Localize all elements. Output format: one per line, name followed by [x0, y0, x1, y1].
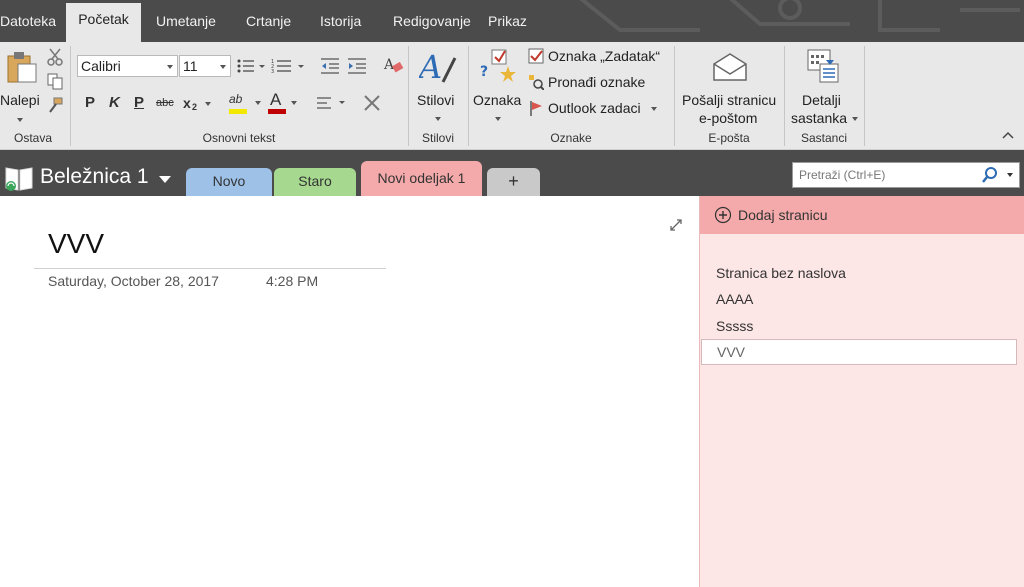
underline-button[interactable]: P	[134, 94, 144, 111]
tag-button[interactable]: ? Oznaka	[472, 46, 524, 126]
search-placeholder: Pretraži (Ctrl+E)	[799, 168, 886, 182]
decrease-indent-icon[interactable]	[319, 57, 341, 75]
delete-icon[interactable]	[362, 93, 382, 113]
title-divider	[34, 268, 386, 269]
find-tags-label: Pronađi oznake	[548, 74, 646, 90]
page-date: Saturday, October 28, 2017	[48, 273, 219, 289]
envelope-icon	[713, 53, 747, 81]
font-name-value: Calibri	[81, 58, 121, 74]
page-canvas[interactable]: VVV Saturday, October 28, 2017 4:28 PM	[0, 196, 699, 587]
meeting-label-line2: sastanka	[791, 110, 848, 126]
collapse-ribbon-icon[interactable]	[1002, 130, 1014, 140]
subscript-mark: 2	[192, 102, 198, 112]
numbering-icon[interactable]: 123	[271, 57, 307, 75]
group-label-styles: Stilovi	[421, 131, 454, 145]
notebook-bar: Beležnica 1 Novo Staro Novi odeljak 1 + …	[0, 150, 1024, 196]
notebook-icon	[5, 167, 33, 191]
svg-text:?: ?	[480, 64, 488, 80]
svg-text:A: A	[419, 48, 442, 86]
tab-crtanje[interactable]: Crtanje	[236, 5, 301, 42]
meeting-label-line1: Detalji	[802, 92, 841, 108]
add-icon	[714, 206, 732, 224]
search-icon[interactable]	[981, 166, 999, 184]
styles-button[interactable]: A Stilovi	[412, 46, 464, 126]
page-title[interactable]: VVV	[48, 228, 104, 260]
page-list-item[interactable]: AAAA	[716, 291, 753, 307]
outlook-tasks-button[interactable]: Outlook zadaci	[526, 99, 671, 119]
meeting-details-button[interactable]: Detalji sastanka	[788, 46, 862, 126]
font-size-select[interactable]: 11	[179, 55, 231, 77]
checkbox-icon	[528, 48, 544, 64]
group-label-tags: Oznake	[550, 131, 592, 145]
expand-icon[interactable]	[669, 218, 683, 232]
tab-prikaz[interactable]: Prikaz	[478, 5, 537, 42]
todo-tag-label: Oznaka „Zadatak“	[548, 48, 661, 64]
menu-bar: Datoteka Početak Umetanje Crtanje Istori…	[0, 0, 1024, 42]
section-tab-staro[interactable]: Staro	[274, 168, 356, 196]
strikethrough-button[interactable]: abc	[156, 97, 174, 109]
decorative-circuit	[579, 0, 1020, 32]
section-tab-novi-odeljak-1[interactable]: Novi odeljak 1	[361, 161, 482, 196]
chevron-down-icon	[159, 176, 171, 183]
font-color-glyph: A	[270, 90, 282, 109]
find-tags-icon	[529, 75, 544, 90]
align-icon[interactable]	[315, 95, 349, 111]
tag-icon: ?	[480, 49, 516, 82]
paste-label: Nalepi	[0, 92, 40, 108]
add-page-button[interactable]: Dodaj stranicu	[700, 196, 1024, 234]
bullets-icon[interactable]	[236, 57, 266, 75]
svg-text:3: 3	[271, 69, 274, 75]
subscript-letter: x	[183, 95, 191, 111]
search-scope-dropdown[interactable]	[1007, 173, 1013, 177]
styles-icon: A	[419, 48, 457, 86]
search-input[interactable]: Pretraži (Ctrl+E)	[792, 162, 1020, 188]
styles-label: Stilovi	[417, 92, 455, 108]
email-label-line1: Pošalji stranicu	[682, 92, 777, 108]
tab-istorija[interactable]: Istorija	[310, 5, 371, 42]
page-list: Dodaj stranicu Stranica bez naslova AAAA…	[699, 196, 1024, 587]
email-label-line2: e-poštom	[699, 110, 758, 126]
add-section-button[interactable]: +	[487, 168, 540, 196]
page-list-item[interactable]: Stranica bez naslova	[716, 265, 846, 281]
page-list-item[interactable]: Sssss	[716, 318, 753, 334]
page-list-item-selected[interactable]: VVV	[701, 339, 1017, 365]
font-size-value: 11	[183, 58, 198, 74]
format-painter-icon[interactable]	[46, 96, 64, 114]
group-label-clipboard: Ostava	[13, 131, 52, 145]
clipboard-icon	[7, 52, 37, 83]
subscript-button[interactable]: x 2	[183, 95, 213, 115]
copy-icon[interactable]	[46, 72, 64, 90]
highlight-button[interactable]: ab	[227, 92, 263, 116]
add-page-label: Dodaj stranicu	[738, 207, 828, 223]
tab-pocetak[interactable]: Početak	[66, 3, 141, 42]
todo-tag-button[interactable]: Oznaka „Zadatak“	[526, 47, 671, 67]
cut-icon[interactable]	[46, 48, 64, 66]
font-name-select[interactable]: Calibri	[77, 55, 178, 77]
paste-button[interactable]: Nalepi	[0, 46, 42, 126]
ribbon: Nalepi Ostava Calibri 11 123 A P K P abc	[0, 42, 1024, 150]
tab-redigovanje[interactable]: Redigovanje	[383, 5, 481, 42]
find-tags-button[interactable]: Pronađi oznake	[526, 73, 671, 93]
highlight-glyph: ab	[229, 92, 243, 106]
group-label-meetings: Sastanci	[800, 131, 848, 145]
calendar-icon	[807, 49, 839, 83]
tag-label: Oznaka	[473, 92, 522, 108]
page-time: 4:28 PM	[266, 273, 319, 289]
font-color-button[interactable]: A	[268, 90, 298, 116]
group-label-email: E-pošta	[708, 131, 750, 145]
section-tab-novo[interactable]: Novo	[186, 168, 272, 196]
notebook-name: Beležnica 1	[40, 165, 149, 188]
tab-umetanje[interactable]: Umetanje	[146, 5, 226, 42]
email-page-button[interactable]: Pošalji stranicu e-poštom	[678, 46, 782, 126]
svg-text:A: A	[383, 57, 395, 73]
clear-formatting-icon[interactable]: A	[383, 55, 405, 77]
increase-indent-icon[interactable]	[346, 57, 368, 75]
tab-datoteka[interactable]: Datoteka	[0, 5, 66, 42]
outlook-tasks-label: Outlook zadaci	[548, 100, 641, 116]
italic-button[interactable]: K	[109, 94, 120, 111]
flag-icon	[530, 101, 542, 116]
bold-button[interactable]: P	[85, 94, 95, 111]
group-label-basic-text: Osnovni tekst	[202, 131, 276, 145]
